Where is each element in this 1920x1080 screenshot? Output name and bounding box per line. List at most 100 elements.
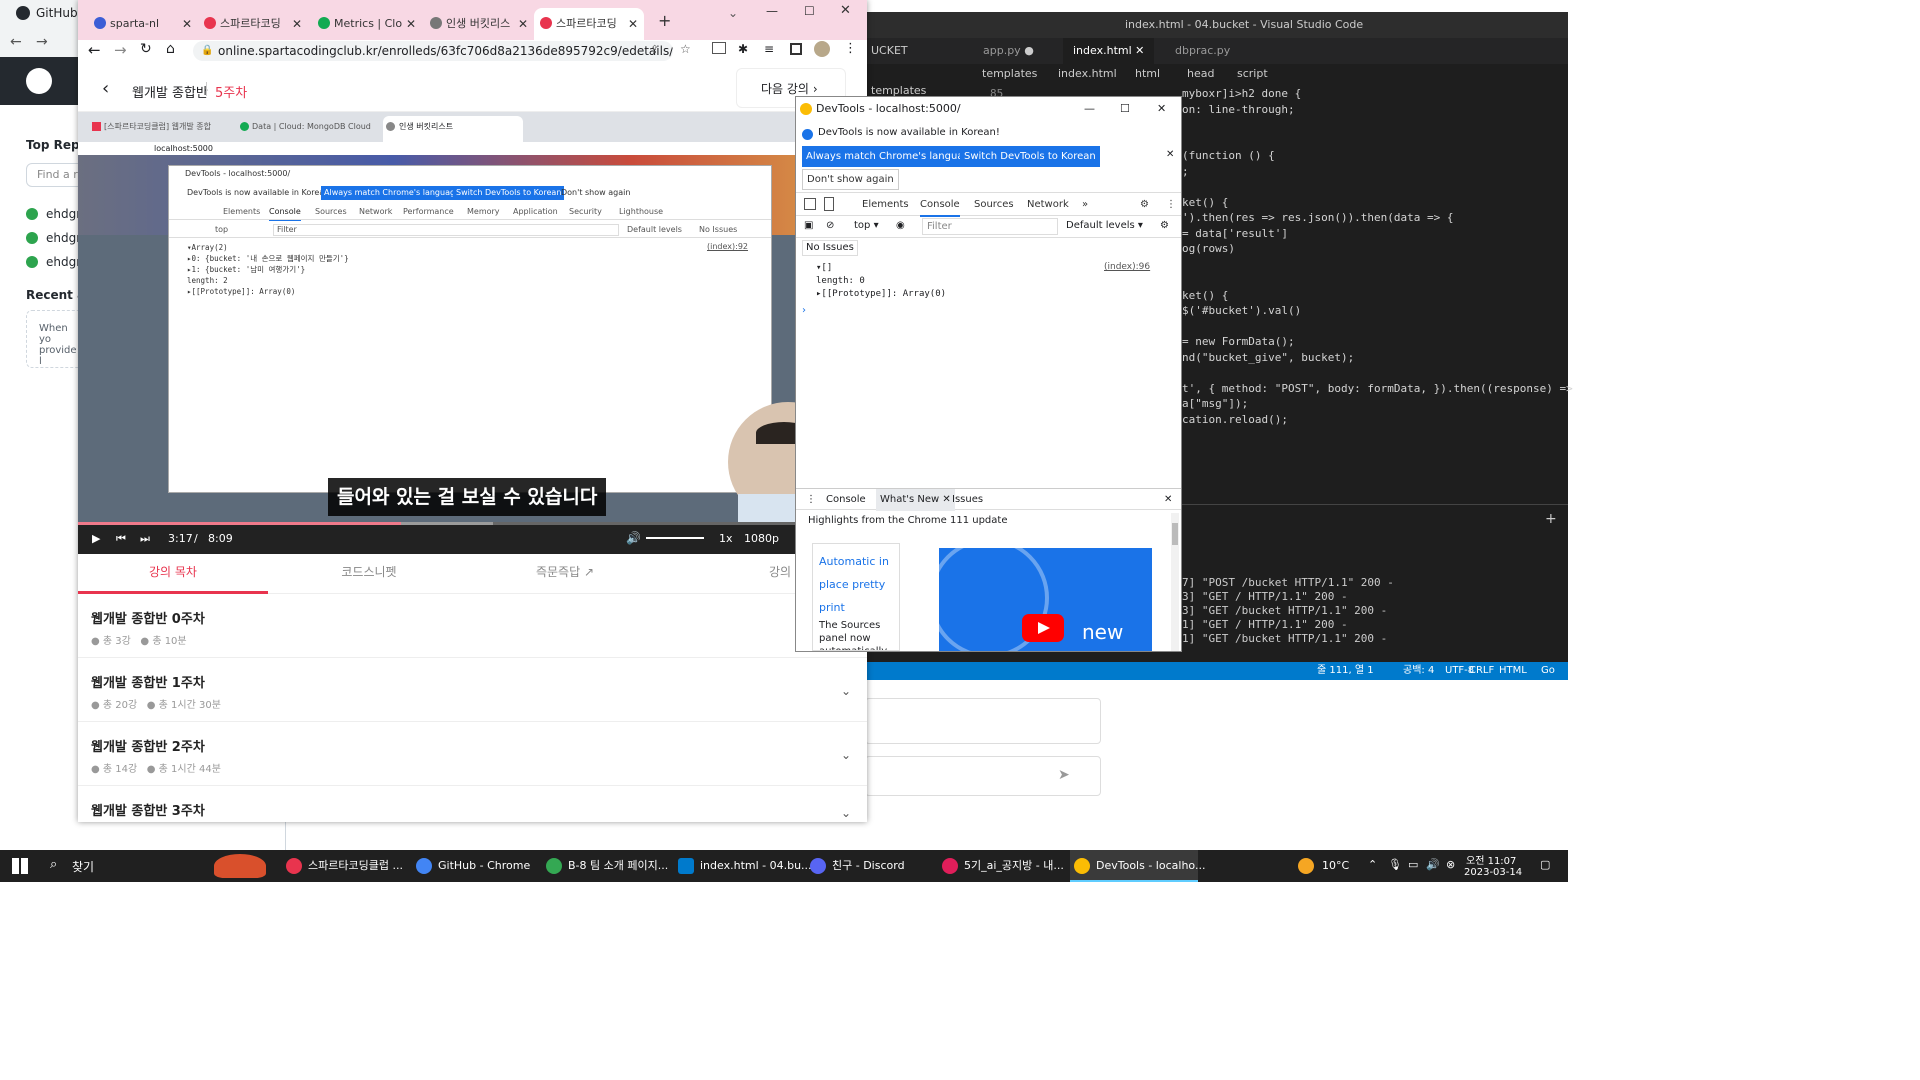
tab-console[interactable]: Console: [920, 193, 960, 217]
scrollbar[interactable]: [1171, 513, 1179, 651]
taskbar-item[interactable]: index.html - 04.bu...: [674, 850, 812, 882]
address-bar[interactable]: 🔒 online.spartacodingclub.kr/enrolleds/6…: [193, 41, 673, 61]
go-live[interactable]: Go: [1541, 662, 1555, 680]
previous-icon[interactable]: ⏮: [116, 532, 126, 546]
tab-code-snippet[interactable]: 코드스니펫: [274, 554, 464, 594]
tab-sources[interactable]: Sources: [974, 193, 1014, 217]
tab-elements[interactable]: Elements: [862, 193, 909, 217]
week-item[interactable]: 웹개발 종합반 1주차 ● 총 20강 ● 총 1시간 30분 ⌄: [78, 658, 867, 722]
search-label[interactable]: 찾기: [72, 858, 94, 875]
feature-card[interactable]: Automatic in place pretty print The Sour…: [812, 543, 900, 651]
youtube-play-icon[interactable]: [1022, 614, 1064, 642]
repo-item[interactable]: ehdgn: [26, 226, 84, 250]
weather-temp[interactable]: 10°C: [1322, 859, 1349, 872]
browser-tab[interactable]: sparta-nl ✕: [88, 8, 198, 40]
clock-time[interactable]: 오전 11:07: [1466, 852, 1516, 867]
close-window-icon[interactable]: ✕: [840, 3, 851, 18]
lock-icon[interactable]: 🔒: [201, 41, 213, 61]
home-icon[interactable]: ⌂: [166, 41, 175, 57]
clear-console-icon[interactable]: ⊘: [826, 220, 834, 231]
inspect-icon[interactable]: [804, 198, 816, 210]
console-prompt[interactable]: ›: [802, 305, 806, 316]
taskbar-item[interactable]: GitHub - Chrome: [412, 850, 540, 882]
minimize-icon[interactable]: —: [1084, 97, 1095, 121]
device-icon[interactable]: [824, 197, 834, 211]
text-area[interactable]: [865, 698, 1101, 744]
more-tabs-icon[interactable]: »: [1082, 193, 1088, 217]
add-terminal-icon[interactable]: +: [1545, 511, 1557, 527]
tab-search-icon[interactable]: ⌄: [728, 6, 738, 20]
back-icon[interactable]: ←: [10, 34, 22, 50]
forward-icon[interactable]: →: [36, 34, 48, 50]
windows-start-icon[interactable]: [12, 858, 28, 874]
issues-button[interactable]: No Issues: [802, 240, 858, 256]
source-link[interactable]: (index):96: [1104, 262, 1150, 272]
repo-item[interactable]: ehdgn: [26, 250, 84, 274]
clock-date[interactable]: 2023-03-14: [1464, 867, 1522, 878]
find-repo-input[interactable]: Find a re: [26, 163, 86, 187]
taskbar-item[interactable]: 스파르타코딩클럽 ...: [282, 850, 410, 882]
tab-dbprac-py[interactable]: dbprac.py: [1165, 38, 1240, 64]
taskbar-item[interactable]: 5기_ai_공지방 - 내...: [938, 850, 1066, 882]
tab-qna[interactable]: 즉문즉답 ↗: [470, 554, 660, 594]
speed-button[interactable]: 1x: [719, 532, 733, 545]
context-select[interactable]: top ▾: [854, 220, 879, 231]
close-icon[interactable]: ✕: [628, 12, 638, 36]
settings-icon[interactable]: ⚙: [1160, 220, 1169, 231]
chevron-down-icon[interactable]: ⌄: [841, 684, 851, 698]
tab-index-html[interactable]: index.html ✕: [1063, 38, 1155, 64]
taskbar-item[interactable]: 친구 - Discord: [806, 850, 934, 882]
back-arrow-icon[interactable]: ‹: [102, 78, 109, 99]
browser-tab[interactable]: Metrics | Clo ✕: [312, 8, 422, 40]
week-item[interactable]: 웹개발 종합반 0주차 ● 총 3강 ● 총 10분: [78, 594, 867, 658]
cast-icon[interactable]: [712, 42, 726, 54]
extensions-icon[interactable]: ✱: [738, 42, 748, 56]
drawer-tab-issues[interactable]: Issues: [952, 489, 983, 511]
message-input[interactable]: ➤: [865, 756, 1101, 796]
dont-show-button[interactable]: Don't show again: [802, 169, 899, 190]
filter-input[interactable]: Filter: [922, 218, 1058, 235]
play-icon[interactable]: ▶: [92, 532, 100, 545]
volume-icon[interactable]: 🔊: [1426, 858, 1440, 871]
taskbar-item-active[interactable]: DevTools - localho...: [1070, 850, 1205, 882]
match-language-button[interactable]: Always match Chrome's language: [802, 146, 980, 167]
reload-icon[interactable]: ↻: [140, 41, 152, 57]
star-icon[interactable]: ☆: [680, 42, 691, 56]
breadcrumb-item[interactable]: html: [1135, 64, 1160, 84]
cursor-position[interactable]: 줄 111, 열 1: [1317, 662, 1374, 680]
eol[interactable]: CRLF: [1469, 662, 1494, 680]
repo-item[interactable]: ehdgn: [26, 202, 84, 226]
browser-tab[interactable]: 스파르타코딩 ✕: [198, 8, 308, 40]
maximize-icon[interactable]: ☐: [804, 4, 815, 18]
ime-icon[interactable]: ⊗: [1446, 858, 1455, 871]
volume-slider[interactable]: [646, 537, 704, 539]
quality-button[interactable]: 1080p: [744, 532, 779, 545]
search-icon[interactable]: ⌕: [50, 857, 57, 872]
breadcrumb-item[interactable]: head: [1187, 64, 1214, 84]
close-icon[interactable]: ✕: [1157, 97, 1166, 121]
drawer-menu-icon[interactable]: ⋮: [806, 489, 816, 511]
whats-new-video[interactable]: new: [939, 548, 1152, 651]
pie-widget-icon[interactable]: [214, 854, 266, 878]
video-player[interactable]: [스파르타코딩클럽] 웹개발 종합 Data | Cloud: MongoDB …: [78, 112, 867, 554]
switch-korean-button[interactable]: Switch DevTools to Korean: [960, 146, 1100, 167]
github-logo-icon[interactable]: [26, 68, 52, 94]
tray-chevron-icon[interactable]: ⌃: [1368, 858, 1377, 871]
browser-tab-active[interactable]: 스파르타코딩 ✕: [534, 8, 644, 40]
menu-icon[interactable]: ⋮: [844, 41, 857, 56]
volume-icon[interactable]: 🔊: [626, 531, 641, 545]
back-icon[interactable]: ←: [88, 41, 101, 59]
breadcrumb-item[interactable]: templates: [982, 64, 1037, 84]
send-icon[interactable]: ➤: [1058, 767, 1070, 783]
close-icon[interactable]: ✕: [292, 12, 302, 36]
settings-icon[interactable]: ⚙: [1140, 193, 1149, 217]
network-icon[interactable]: ▭: [1408, 858, 1418, 871]
scrollbar-thumb[interactable]: [1172, 523, 1178, 545]
next-icon[interactable]: ⏭: [140, 532, 150, 546]
breadcrumb-item[interactable]: script: [1237, 64, 1268, 84]
github-tab-label[interactable]: GitHub: [36, 6, 78, 20]
new-tab-icon[interactable]: +: [658, 11, 671, 30]
sidepanel-icon[interactable]: [790, 43, 802, 55]
tab-app-py[interactable]: app.py ●: [973, 38, 1044, 64]
week-item[interactable]: 웹개발 종합반 2주차 ● 총 14강 ● 총 1시간 44분 ⌄: [78, 722, 867, 786]
